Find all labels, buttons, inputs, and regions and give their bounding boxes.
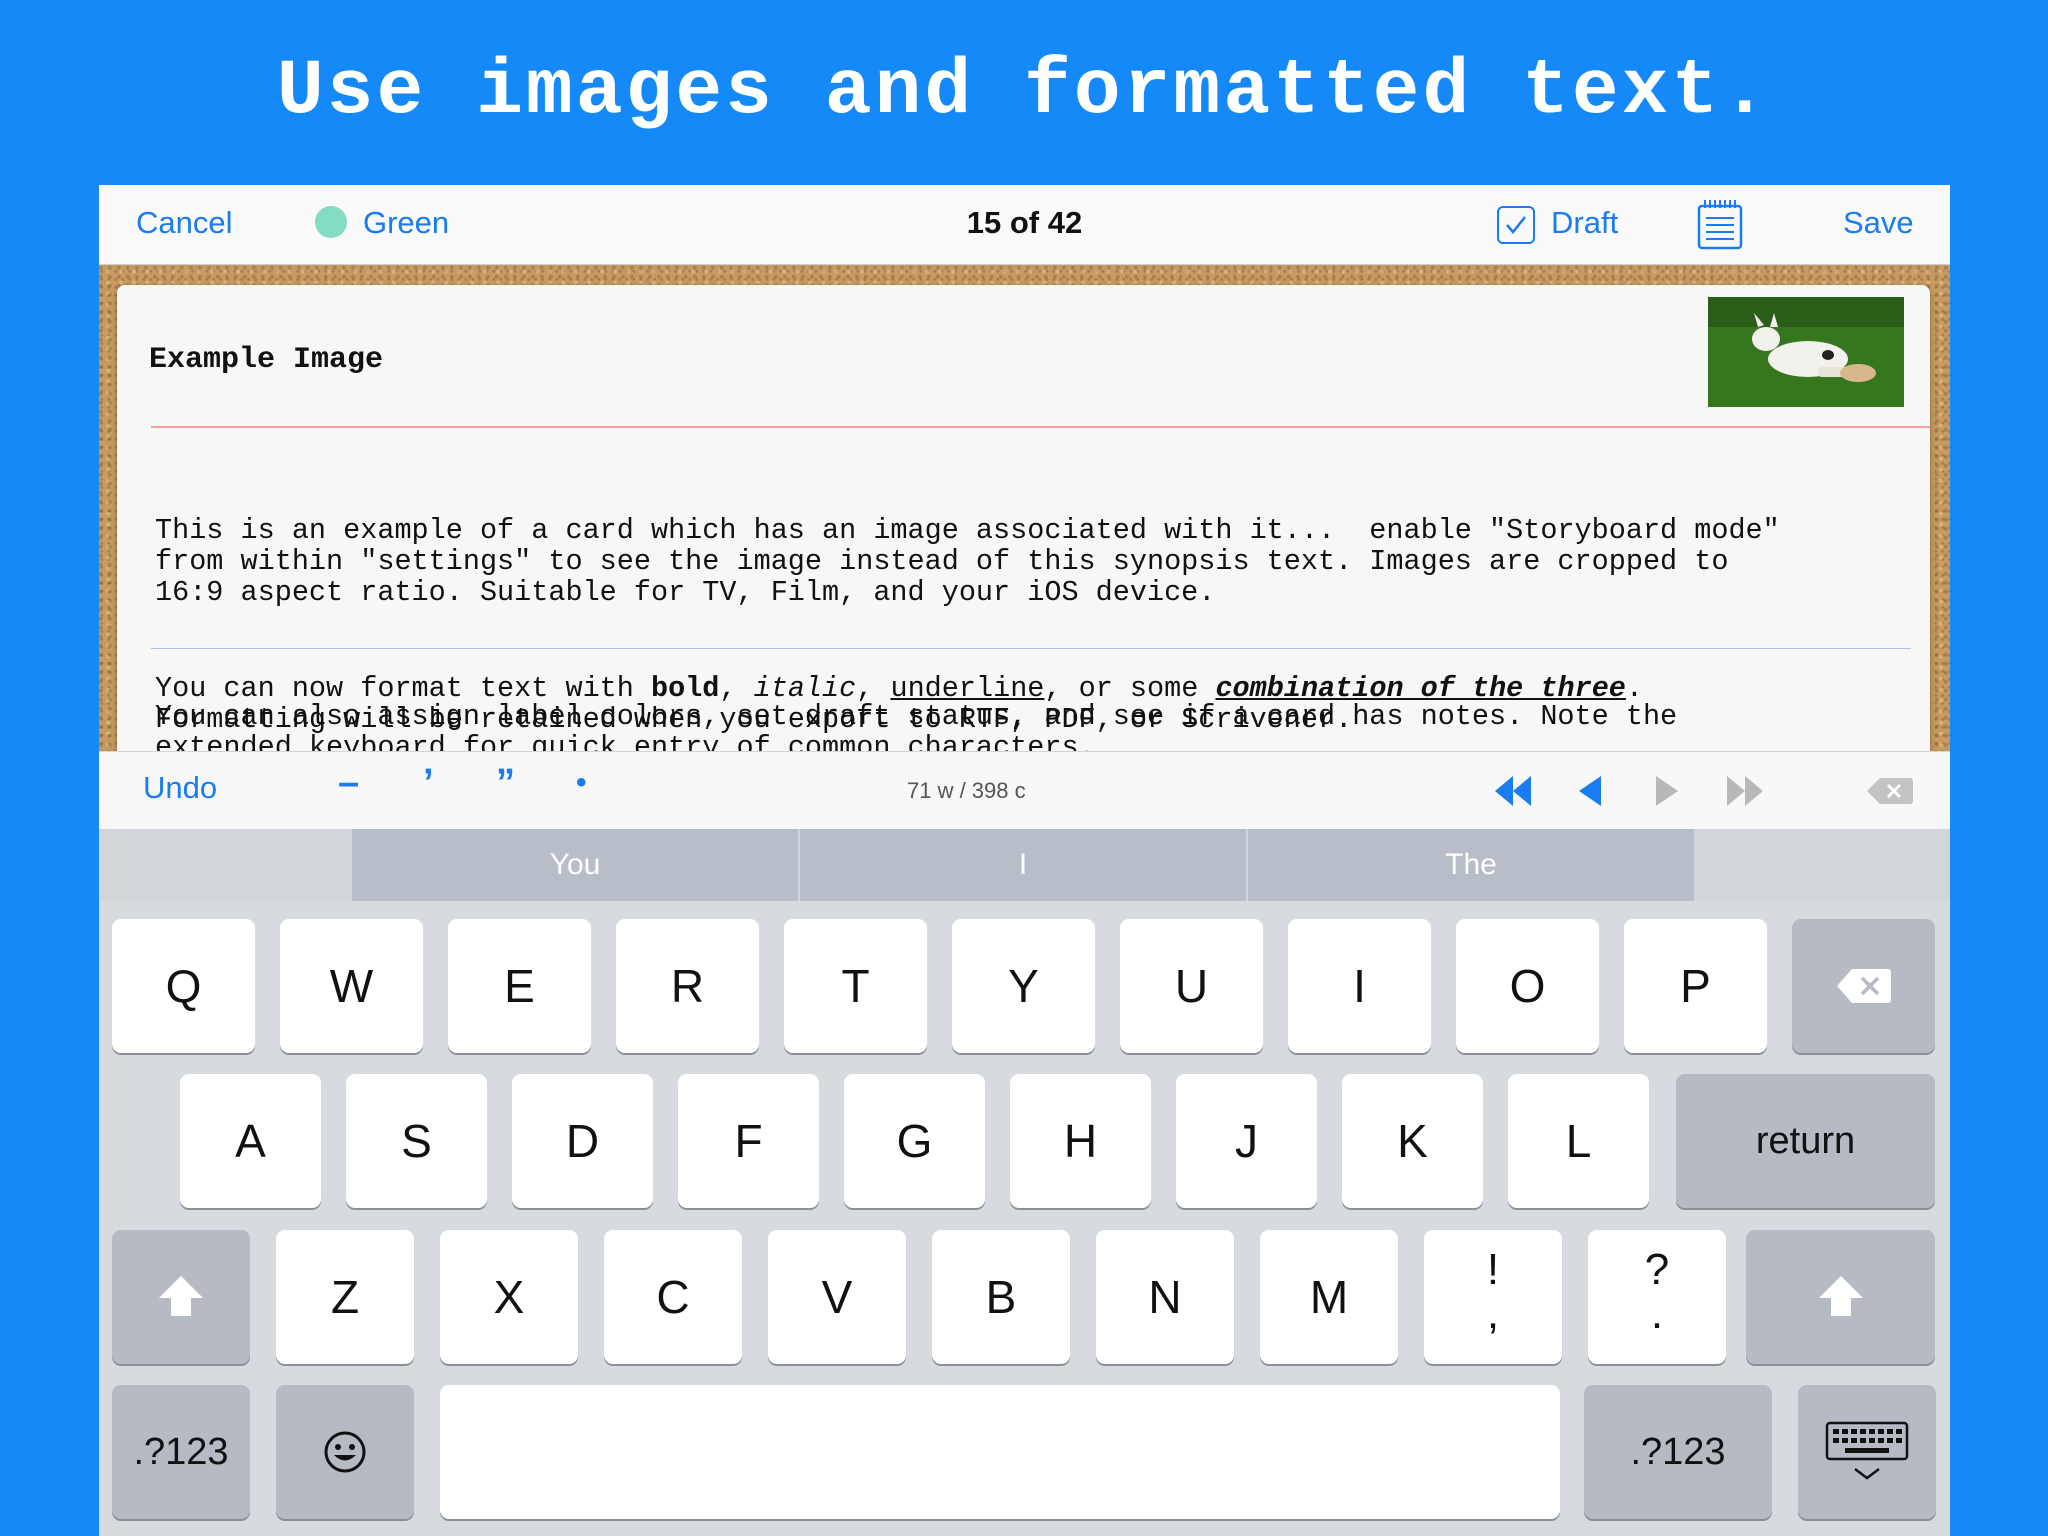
key-l[interactable]: L xyxy=(1508,1074,1649,1208)
word-count: 71 w / 398 c xyxy=(907,778,1026,803)
key-j[interactable]: J xyxy=(1176,1074,1317,1208)
bold-text: bold xyxy=(650,672,720,705)
key-r[interactable]: R xyxy=(616,919,759,1053)
bullet-button[interactable]: • xyxy=(576,766,587,800)
numbers-key-left[interactable]: .?123 xyxy=(112,1385,250,1519)
shift-key-left[interactable] xyxy=(112,1230,250,1364)
key-bottom-char: . xyxy=(1650,1289,1664,1338)
key-b[interactable]: B xyxy=(932,1230,1070,1364)
quote-button[interactable]: ” xyxy=(496,762,515,805)
numbers-key-right[interactable]: .?123 xyxy=(1584,1385,1772,1519)
notes-icon[interactable] xyxy=(1697,198,1743,250)
underline-text: underline xyxy=(890,672,1045,705)
corkboard: Example Image This is an example of a ca… xyxy=(99,265,1950,765)
dismiss-keyboard-key[interactable] xyxy=(1798,1385,1936,1519)
delete-icon[interactable] xyxy=(1866,776,1914,806)
undo-button[interactable]: Undo xyxy=(143,770,217,806)
last-card-icon[interactable] xyxy=(1725,774,1765,808)
backspace-key[interactable] xyxy=(1792,919,1935,1053)
synopsis-paragraph-3: You can now format text with bold, itali… xyxy=(155,673,1643,735)
key-top-char: ? xyxy=(1644,1245,1670,1294)
key-q[interactable]: Q xyxy=(112,919,255,1053)
key-h[interactable]: H xyxy=(1010,1074,1151,1208)
emoji-icon xyxy=(324,1431,366,1473)
text-run: Formatting will be retained when you exp… xyxy=(155,703,1353,736)
shift-icon xyxy=(1818,1276,1863,1316)
headline: Use images and formatted text. xyxy=(276,48,1772,136)
key-k[interactable]: K xyxy=(1342,1074,1483,1208)
next-card-icon[interactable] xyxy=(1654,774,1680,808)
key-s[interactable]: S xyxy=(346,1074,487,1208)
previous-card-icon[interactable] xyxy=(1577,774,1603,808)
en-dash-button[interactable]: – xyxy=(338,762,359,805)
italic-text: italic xyxy=(753,672,857,705)
suggestion-3[interactable]: The xyxy=(1248,829,1694,901)
key-m[interactable]: M xyxy=(1260,1230,1398,1364)
key-exclamation-comma[interactable]: ! , xyxy=(1424,1230,1562,1364)
text-run: , xyxy=(856,672,891,705)
draft-checkbox[interactable] xyxy=(1497,206,1535,244)
keyboard-dismiss-icon xyxy=(1825,1421,1909,1480)
card-position: 15 of 42 xyxy=(966,205,1083,240)
text-run: You can now format text with xyxy=(155,672,651,705)
key-c[interactable]: C xyxy=(604,1230,742,1364)
key-g[interactable]: G xyxy=(844,1074,985,1208)
key-t[interactable]: T xyxy=(784,919,927,1053)
line-rule xyxy=(151,648,1911,649)
title-divider xyxy=(151,426,1930,428)
key-v[interactable]: V xyxy=(768,1230,906,1364)
save-button[interactable]: Save xyxy=(1843,205,1914,241)
combined-format-text: combination of the three xyxy=(1215,672,1626,705)
key-n[interactable]: N xyxy=(1096,1230,1234,1364)
key-u[interactable]: U xyxy=(1120,919,1263,1053)
key-w[interactable]: W xyxy=(280,919,423,1053)
key-y[interactable]: Y xyxy=(952,919,1095,1053)
keyboard-accessory-bar: Undo – ’ ” • 71 w / 398 c xyxy=(99,751,1950,829)
shift-icon xyxy=(159,1276,203,1316)
space-bar[interactable] xyxy=(440,1385,1560,1519)
key-a[interactable]: A xyxy=(180,1074,321,1208)
card-title[interactable]: Example Image xyxy=(149,343,383,377)
nav-bar: Cancel Green 15 of 42 Draft Save xyxy=(99,185,1950,265)
app-screen: Cancel Green 15 of 42 Draft Save Example… xyxy=(99,185,1950,1536)
backspace-icon xyxy=(1836,969,1891,1003)
shift-key-right[interactable] xyxy=(1746,1230,1935,1364)
dog-photo-icon xyxy=(1708,297,1904,407)
suggestion-1[interactable]: You xyxy=(352,829,798,901)
suggestion-2[interactable]: I xyxy=(800,829,1246,901)
checkmark-icon xyxy=(1506,216,1526,234)
key-i[interactable]: I xyxy=(1288,919,1431,1053)
index-card[interactable]: Example Image This is an example of a ca… xyxy=(117,285,1930,765)
return-key[interactable]: return xyxy=(1676,1074,1935,1208)
synopsis-paragraph-1: This is an example of a card which has a… xyxy=(155,514,1780,609)
key-bottom-char: , xyxy=(1486,1289,1500,1338)
key-f[interactable]: F xyxy=(678,1074,819,1208)
key-x[interactable]: X xyxy=(440,1230,578,1364)
apostrophe-button[interactable]: ’ xyxy=(423,762,434,805)
key-question-period[interactable]: ? . xyxy=(1588,1230,1726,1364)
key-o[interactable]: O xyxy=(1456,919,1599,1053)
key-d[interactable]: D xyxy=(512,1074,653,1208)
card-image-thumbnail[interactable] xyxy=(1708,297,1904,407)
emoji-key[interactable] xyxy=(276,1385,414,1519)
text-run: , xyxy=(719,672,754,705)
key-top-char: ! xyxy=(1486,1245,1500,1294)
text-run: . xyxy=(1625,672,1644,705)
key-z[interactable]: Z xyxy=(276,1230,414,1364)
key-p[interactable]: P xyxy=(1624,919,1767,1053)
first-card-icon[interactable] xyxy=(1493,774,1533,808)
text-run: , or some xyxy=(1044,672,1216,705)
draft-button[interactable]: Draft xyxy=(1551,205,1618,241)
key-e[interactable]: E xyxy=(448,919,591,1053)
predictive-bar: You I The xyxy=(99,829,1950,901)
